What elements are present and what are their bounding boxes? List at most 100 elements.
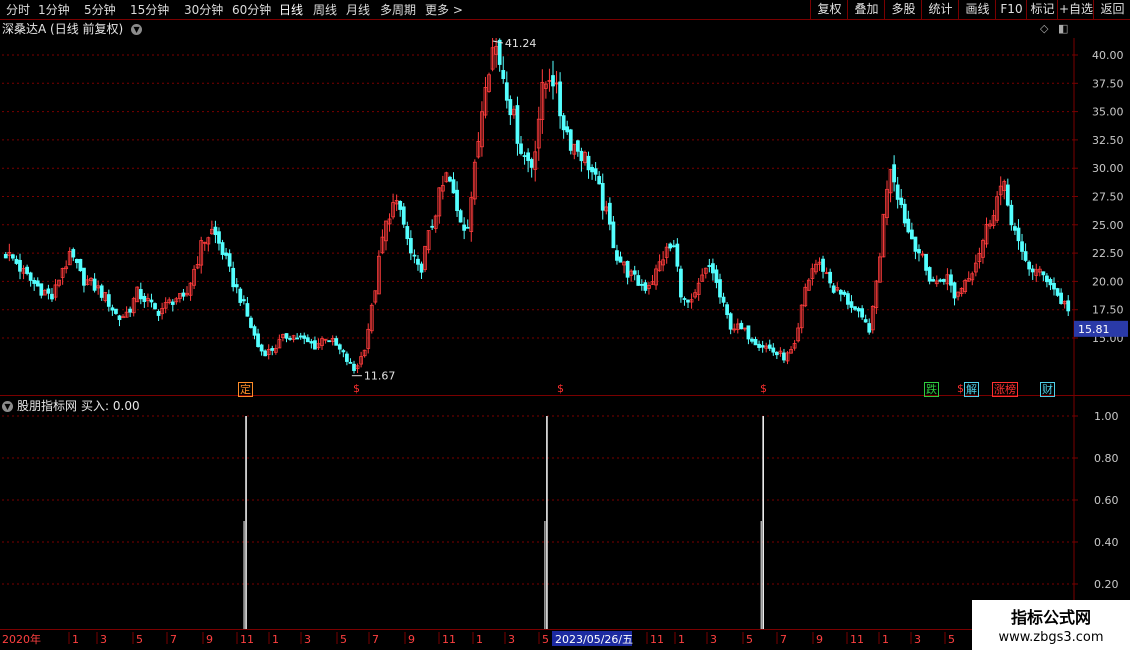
x-tick-label: 1 bbox=[72, 633, 79, 646]
candle-body bbox=[927, 267, 932, 282]
candle-body bbox=[3, 254, 8, 259]
tab-5min[interactable]: 5分钟 bbox=[84, 1, 116, 19]
event-marker[interactable]: $ bbox=[556, 382, 565, 395]
x-tick-label: 11 bbox=[442, 633, 456, 646]
tab-1min[interactable]: 1分钟 bbox=[38, 1, 70, 19]
stock-title: 深桑达A (日线 前复权) ▼ bbox=[0, 20, 143, 38]
f10-button[interactable]: F10 bbox=[995, 0, 1027, 19]
overlay-button[interactable]: 叠加 bbox=[847, 0, 885, 19]
x-axis-year-label: 2020年 bbox=[2, 632, 41, 646]
event-marker[interactable]: $ bbox=[352, 382, 361, 395]
indicator-chart[interactable]: 1.00 0.80 0.60 0.40 0.20 bbox=[0, 396, 1130, 630]
candle-body bbox=[828, 271, 833, 284]
event-marker[interactable]: 解 bbox=[964, 382, 979, 397]
x-tick-label: 5 bbox=[340, 633, 347, 646]
chevron-down-icon[interactable]: ▼ bbox=[131, 24, 143, 35]
candle-body bbox=[671, 245, 676, 248]
y-tick-label: 20.00 bbox=[1092, 275, 1124, 288]
tab-fenshi[interactable]: 分时 bbox=[6, 1, 30, 19]
candle-body bbox=[565, 126, 570, 133]
candle-body bbox=[913, 236, 918, 252]
candle-body bbox=[181, 292, 186, 297]
candle-body bbox=[838, 289, 843, 295]
candlesticks bbox=[3, 38, 1071, 374]
candle-body bbox=[270, 348, 275, 351]
event-marker[interactable]: 跌 bbox=[924, 382, 939, 397]
candle-body bbox=[949, 274, 953, 286]
x-tick-label: 7 bbox=[780, 633, 787, 646]
tab-15min[interactable]: 15分钟 bbox=[130, 1, 169, 19]
candle-body bbox=[668, 243, 673, 249]
x-tick-label: 9 bbox=[206, 633, 213, 646]
candle-body bbox=[448, 176, 452, 182]
diamond-icon[interactable]: ◇ bbox=[1040, 22, 1048, 35]
candle-body bbox=[245, 303, 250, 317]
candle-body bbox=[451, 179, 456, 194]
candle-body bbox=[455, 189, 459, 211]
fuquan-button[interactable]: 复权 bbox=[810, 0, 848, 19]
multi-stock-button[interactable]: 多股 bbox=[884, 0, 922, 19]
tab-more[interactable]: 更多 > bbox=[425, 1, 463, 19]
price-chart[interactable]: 40.00 37.50 35.00 32.50 30.00 27.50 25.00 22.50… bbox=[0, 38, 1130, 396]
candle-body bbox=[618, 256, 623, 263]
candle-body bbox=[917, 249, 921, 254]
candle-body bbox=[632, 270, 637, 275]
candle-body bbox=[607, 202, 612, 225]
candle-body bbox=[938, 279, 943, 282]
tab-monthly[interactable]: 月线 bbox=[346, 1, 370, 19]
candle-body bbox=[419, 263, 424, 273]
candle-body bbox=[615, 250, 619, 261]
candle-body bbox=[568, 129, 573, 151]
candle-body bbox=[348, 361, 353, 364]
candle-body bbox=[32, 279, 37, 284]
tab-weekly[interactable]: 周线 bbox=[313, 1, 337, 19]
candle-body bbox=[82, 267, 86, 286]
candle-body bbox=[867, 323, 872, 333]
add-watchlist-button[interactable]: +自选 bbox=[1057, 0, 1094, 19]
candle-body bbox=[1041, 271, 1046, 276]
x-tick-label: 1 bbox=[882, 633, 889, 646]
back-button[interactable]: 返回 bbox=[1093, 0, 1130, 19]
stats-button[interactable]: 统计 bbox=[921, 0, 959, 19]
candle-body bbox=[18, 259, 22, 272]
candle-body bbox=[252, 326, 257, 336]
candle-body bbox=[238, 288, 243, 303]
candle-body bbox=[295, 337, 300, 340]
event-marker[interactable]: 财 bbox=[1040, 382, 1055, 397]
mark-button[interactable]: 标记 bbox=[1026, 0, 1058, 19]
y-tick-label: 37.50 bbox=[1092, 77, 1124, 90]
candle-body bbox=[863, 319, 868, 323]
indicator-y-tick-label: 0.40 bbox=[1094, 536, 1119, 549]
x-tick-label: 3 bbox=[304, 633, 311, 646]
candle-body bbox=[50, 293, 54, 300]
x-tick-label: 3 bbox=[914, 633, 921, 646]
tab-60min[interactable]: 60分钟 bbox=[232, 1, 271, 19]
candle-body bbox=[625, 260, 630, 278]
event-marker[interactable]: $ bbox=[759, 382, 768, 395]
candle-body bbox=[74, 258, 79, 264]
candle-body bbox=[1045, 275, 1049, 283]
candle-body bbox=[462, 224, 467, 231]
tab-30min[interactable]: 30分钟 bbox=[184, 1, 223, 19]
candle-body bbox=[551, 75, 555, 87]
candle-body bbox=[686, 299, 690, 303]
period-label: (日线 前复权) bbox=[50, 22, 124, 36]
candle-body bbox=[910, 229, 914, 240]
watermark-url: www.zbgs3.com bbox=[998, 630, 1104, 645]
panel-toggle-icon[interactable]: ◧ bbox=[1058, 22, 1068, 35]
candle-body bbox=[11, 254, 15, 259]
period-toolbar: 分时 1分钟 5分钟 15分钟 30分钟 60分钟 日线 周线 月线 多周期 更… bbox=[0, 0, 1130, 20]
draw-line-button[interactable]: 画线 bbox=[958, 0, 996, 19]
tab-daily[interactable]: 日线 bbox=[279, 1, 303, 19]
candle-body bbox=[760, 345, 765, 348]
candle-body bbox=[1066, 300, 1071, 312]
cursor-date-label: 2023/05/26/五 bbox=[555, 633, 633, 646]
x-tick-label: 5 bbox=[136, 633, 143, 646]
tab-multi-period[interactable]: 多周期 bbox=[380, 1, 416, 19]
event-marker[interactable]: 涨榜 bbox=[992, 382, 1018, 397]
candle-body bbox=[110, 307, 115, 311]
event-marker[interactable]: 定 bbox=[238, 382, 253, 397]
candle-body bbox=[611, 221, 616, 249]
candle-body bbox=[714, 269, 719, 283]
candle-body bbox=[156, 310, 161, 316]
